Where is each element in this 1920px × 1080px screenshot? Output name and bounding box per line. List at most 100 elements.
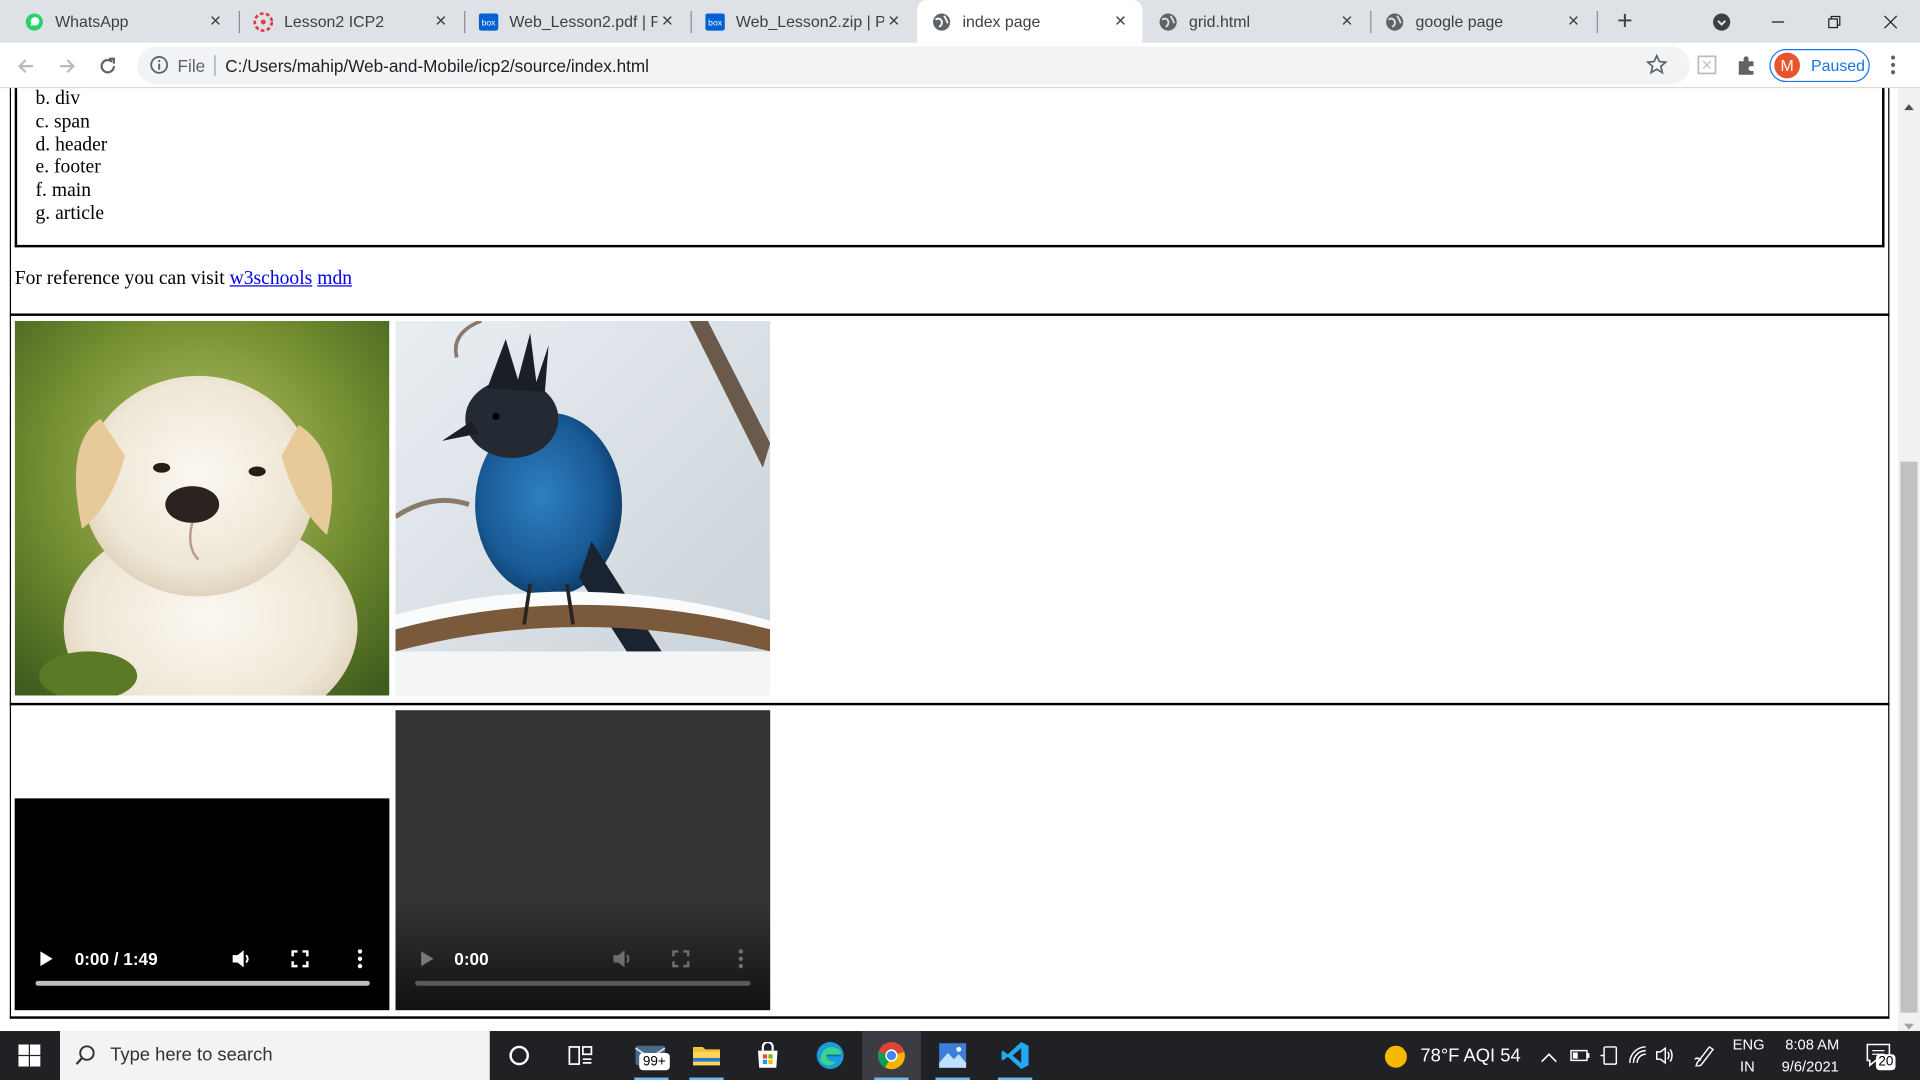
video-controls: 0:00 / 1:49: [15, 924, 390, 1010]
list-item: e. footer: [35, 157, 101, 179]
page-scrollbar[interactable]: [1897, 88, 1920, 1032]
mail-app-icon[interactable]: 99+: [622, 1031, 681, 1080]
chrome-icon[interactable]: [862, 1031, 921, 1080]
file-explorer-icon[interactable]: [677, 1031, 736, 1080]
list-item: g. article: [35, 203, 105, 225]
canvas-icon: [253, 11, 274, 32]
forward-button[interactable]: [51, 50, 83, 82]
play-icon[interactable]: [39, 950, 54, 973]
task-view-icon[interactable]: [551, 1031, 610, 1080]
more-options-icon[interactable]: [356, 948, 363, 976]
search-placeholder: Type here to search: [110, 1044, 273, 1066]
more-options-icon[interactable]: [737, 948, 744, 976]
tab-whatsapp[interactable]: WhatsApp ×: [10, 0, 238, 43]
pen-icon[interactable]: [1693, 1044, 1715, 1072]
edge-icon[interactable]: [801, 1031, 860, 1080]
list-item: c. span: [35, 111, 90, 132]
clock-time[interactable]: 8:08 AM: [1785, 1036, 1839, 1053]
section-divider: [9, 313, 1890, 316]
tab-title: grid.html: [1188, 12, 1251, 31]
video-time: 0:00: [454, 948, 489, 969]
windows-start-icon[interactable]: [0, 1031, 59, 1080]
weather-text[interactable]: 78°F AQI 54: [1420, 1046, 1520, 1067]
tab-search-button[interactable]: [1693, 0, 1749, 43]
url-text[interactable]: C:/Users/mahip/Web-and-Mobile/icp2/sourc…: [225, 56, 649, 76]
scrollbar-thumb[interactable]: [1900, 461, 1918, 1013]
box-icon: box: [705, 12, 725, 32]
weather-sun-icon: [1384, 1044, 1408, 1075]
tab-title: index page: [962, 12, 1041, 31]
tab-lesson2-icp2[interactable]: Lesson2 ICP2 ×: [239, 0, 463, 43]
section-divider: [9, 702, 1890, 706]
taskbar-search-box[interactable]: Type here to search: [60, 1031, 490, 1080]
volume-icon[interactable]: [230, 948, 252, 976]
vscode-icon[interactable]: [986, 1031, 1045, 1080]
tab-web-lesson2-zip[interactable]: box Web_Lesson2.zip | Pov ×: [691, 0, 916, 43]
store-icon[interactable]: [738, 1031, 797, 1080]
whatsapp-icon: [24, 12, 44, 32]
scroll-up-arrow-icon[interactable]: [1904, 94, 1914, 116]
reading-list-icon[interactable]: [1695, 53, 1719, 77]
avatar: M: [1774, 52, 1801, 79]
bookmark-star-icon[interactable]: [1645, 53, 1668, 82]
video-progress-bar[interactable]: [415, 980, 751, 986]
tab-google-page[interactable]: google page ×: [1370, 0, 1595, 43]
tab-title: Web_Lesson2.zip | Pov: [735, 12, 884, 31]
svg-text:box: box: [708, 17, 723, 27]
browser-toolbar: File C:/Users/mahip/Web-and-Mobile/icp2/…: [0, 42, 1920, 89]
w3schools-link[interactable]: w3schools: [230, 268, 313, 289]
close-icon[interactable]: ×: [1111, 11, 1131, 32]
puppy-image: [14, 320, 390, 696]
video-time: 0:00 / 1:49: [74, 948, 158, 969]
cortana-icon[interactable]: [490, 1031, 549, 1080]
battery-icon[interactable]: [1570, 1047, 1592, 1070]
close-icon[interactable]: ×: [431, 11, 451, 32]
volume-icon[interactable]: [611, 948, 633, 976]
list-item: d. header: [35, 134, 108, 156]
clock-date[interactable]: 9/6/2021: [1782, 1058, 1839, 1075]
blue-jay-image: [395, 320, 771, 696]
windows-taskbar: Type here to search 99+ 78°F AQI 54 ENG …: [0, 1031, 1920, 1080]
restore-button[interactable]: [1806, 0, 1862, 43]
extensions-icon[interactable]: [1734, 53, 1758, 77]
reference-line: For reference you can visit w3schools md…: [15, 268, 352, 290]
language-code[interactable]: ENG: [1733, 1036, 1765, 1053]
close-icon[interactable]: ×: [1337, 11, 1357, 32]
new-tab-button[interactable]: +: [1609, 5, 1641, 37]
tab-index-page[interactable]: index page ×: [917, 0, 1143, 43]
close-window-button[interactable]: [1862, 0, 1918, 43]
chevron-up-icon[interactable]: [1540, 1048, 1557, 1070]
tab-title: Web_Lesson2.pdf | Po: [509, 12, 658, 31]
list-item: f. main: [35, 180, 92, 202]
photos-icon[interactable]: [923, 1031, 982, 1080]
mdn-link[interactable]: mdn: [317, 268, 352, 289]
fullscreen-icon[interactable]: [290, 949, 310, 975]
globe-icon: [932, 12, 952, 32]
language-region[interactable]: IN: [1740, 1058, 1755, 1075]
mail-badge: 99+: [639, 1053, 670, 1071]
globe-icon: [1158, 12, 1178, 32]
minimize-button[interactable]: [1750, 0, 1806, 43]
close-icon[interactable]: ×: [658, 11, 678, 32]
close-icon[interactable]: ×: [1564, 11, 1584, 32]
device-icon[interactable]: [1600, 1046, 1620, 1072]
address-bar[interactable]: File C:/Users/mahip/Web-and-Mobile/icp2/…: [137, 46, 1690, 85]
video-progress-bar[interactable]: [35, 980, 370, 986]
wifi-icon[interactable]: [1629, 1046, 1651, 1072]
reload-button[interactable]: [92, 50, 124, 82]
play-icon[interactable]: [420, 950, 435, 973]
screen: WhatsApp × Lesson2 ICP2 × box Web_Lesson…: [0, 0, 1920, 1080]
profile-button[interactable]: M Paused: [1769, 48, 1870, 83]
tab-grid-html[interactable]: grid.html ×: [1144, 0, 1369, 43]
fullscreen-icon[interactable]: [671, 949, 691, 975]
info-icon[interactable]: [149, 55, 169, 81]
globe-icon: [1385, 12, 1405, 32]
kebab-menu-icon[interactable]: [1883, 53, 1903, 77]
tab-web-lesson2-pdf[interactable]: box Web_Lesson2.pdf | Po ×: [464, 0, 689, 43]
video-player[interactable]: 0:00 / 1:49: [14, 798, 390, 1011]
back-button[interactable]: [10, 50, 42, 82]
speaker-icon[interactable]: [1656, 1046, 1678, 1072]
video-player-disabled[interactable]: 0:00: [395, 710, 771, 1011]
close-icon[interactable]: ×: [884, 11, 904, 32]
close-icon[interactable]: ×: [206, 11, 226, 32]
